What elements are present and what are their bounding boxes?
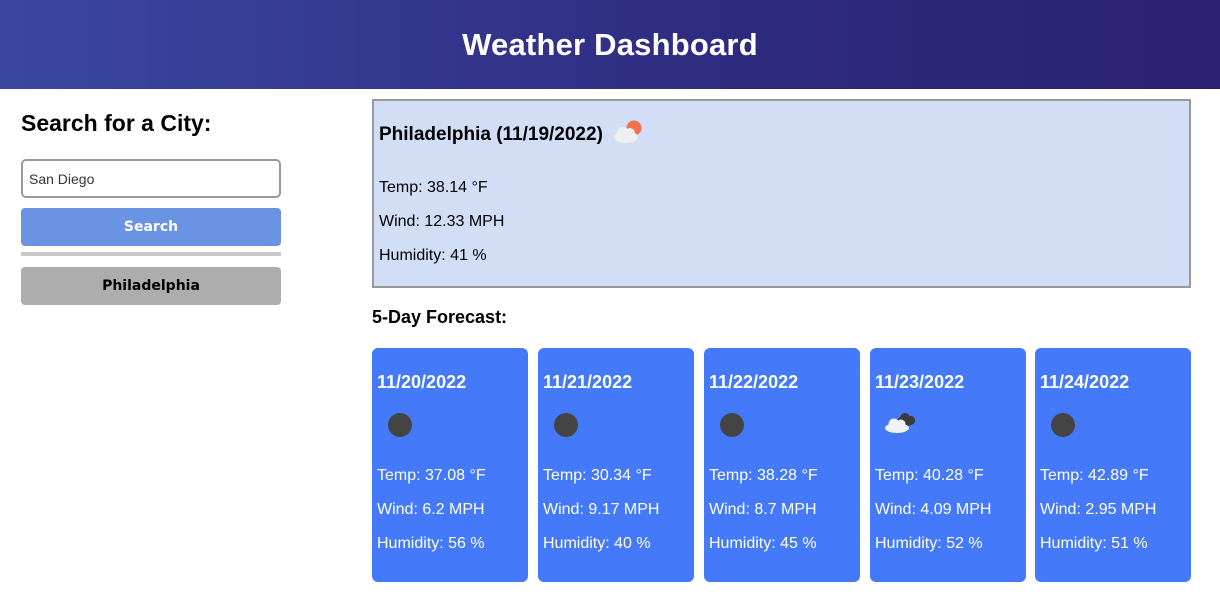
forecast-humidity: Humidity: 40 % xyxy=(543,535,651,552)
forecast-wind: Wind: 8.7 MPH xyxy=(709,501,817,518)
forecast-humidity: Humidity: 51 % xyxy=(1040,535,1148,552)
current-temp: Temp: 38.14 °F xyxy=(379,179,488,196)
forecast-cards: 11/20/2022 Temp: 37.08 °F Wind: 6.2 MPH … xyxy=(372,348,1191,582)
clear-night-icon xyxy=(388,413,412,437)
partly-cloudy-icon xyxy=(613,120,642,143)
search-heading: Search for a City: xyxy=(21,110,212,136)
forecast-date: 11/20/2022 xyxy=(377,372,467,392)
current-city-title: Philadelphia (11/19/2022) xyxy=(379,124,603,145)
forecast-date: 11/23/2022 xyxy=(875,372,965,392)
forecast-heading: 5-Day Forecast: xyxy=(372,307,508,327)
forecast-humidity: Humidity: 56 % xyxy=(377,535,485,552)
forecast-card: 11/23/2022 Temp: 40.28 °F Wind: 4.09 MPH… xyxy=(870,348,1026,582)
forecast-temp: Temp: 38.28 °F xyxy=(709,467,818,484)
forecast-date: 11/21/2022 xyxy=(543,372,633,392)
app-header: Weather Dashboard xyxy=(0,0,1220,89)
sidebar: Search for a City: Search Philadelphia xyxy=(21,108,281,305)
forecast-humidity: Humidity: 45 % xyxy=(709,535,817,552)
forecast-wind: Wind: 4.09 MPH xyxy=(875,501,992,518)
clear-night-icon xyxy=(1051,413,1075,437)
forecast-temp: Temp: 37.08 °F xyxy=(377,467,486,484)
forecast-humidity: Humidity: 52 % xyxy=(875,535,983,552)
broken-clouds-icon xyxy=(885,413,915,433)
forecast-date: 11/22/2022 xyxy=(709,372,799,392)
forecast-card: 11/21/2022 Temp: 30.34 °F Wind: 9.17 MPH… xyxy=(538,348,694,582)
current-humidity: Humidity: 41 % xyxy=(379,247,487,264)
forecast-wind: Wind: 9.17 MPH xyxy=(543,501,660,518)
forecast-wind: Wind: 2.95 MPH xyxy=(1040,501,1157,518)
forecast-card: 11/22/2022 Temp: 38.28 °F Wind: 8.7 MPH … xyxy=(704,348,860,582)
current-weather-panel: Philadelphia (11/19/2022) Temp: 38.14 °F… xyxy=(372,99,1191,288)
forecast-date: 11/24/2022 xyxy=(1040,372,1130,392)
forecast-wind: Wind: 6.2 MPH xyxy=(377,501,485,518)
forecast-temp: Temp: 30.34 °F xyxy=(543,467,652,484)
search-button[interactable]: Search xyxy=(21,208,281,246)
forecast-temp: Temp: 42.89 °F xyxy=(1040,467,1149,484)
divider xyxy=(21,252,281,256)
page-title: Weather Dashboard xyxy=(462,26,758,62)
forecast-card: 11/24/2022 Temp: 42.89 °F Wind: 2.95 MPH… xyxy=(1035,348,1191,582)
forecast-temp: Temp: 40.28 °F xyxy=(875,467,984,484)
city-search-input[interactable] xyxy=(21,159,281,198)
history-city-button[interactable]: Philadelphia xyxy=(21,267,281,305)
forecast-card: 11/20/2022 Temp: 37.08 °F Wind: 6.2 MPH … xyxy=(372,348,528,582)
clear-night-icon xyxy=(720,413,744,437)
current-wind: Wind: 12.33 MPH xyxy=(379,213,505,230)
clear-night-icon xyxy=(554,413,578,437)
